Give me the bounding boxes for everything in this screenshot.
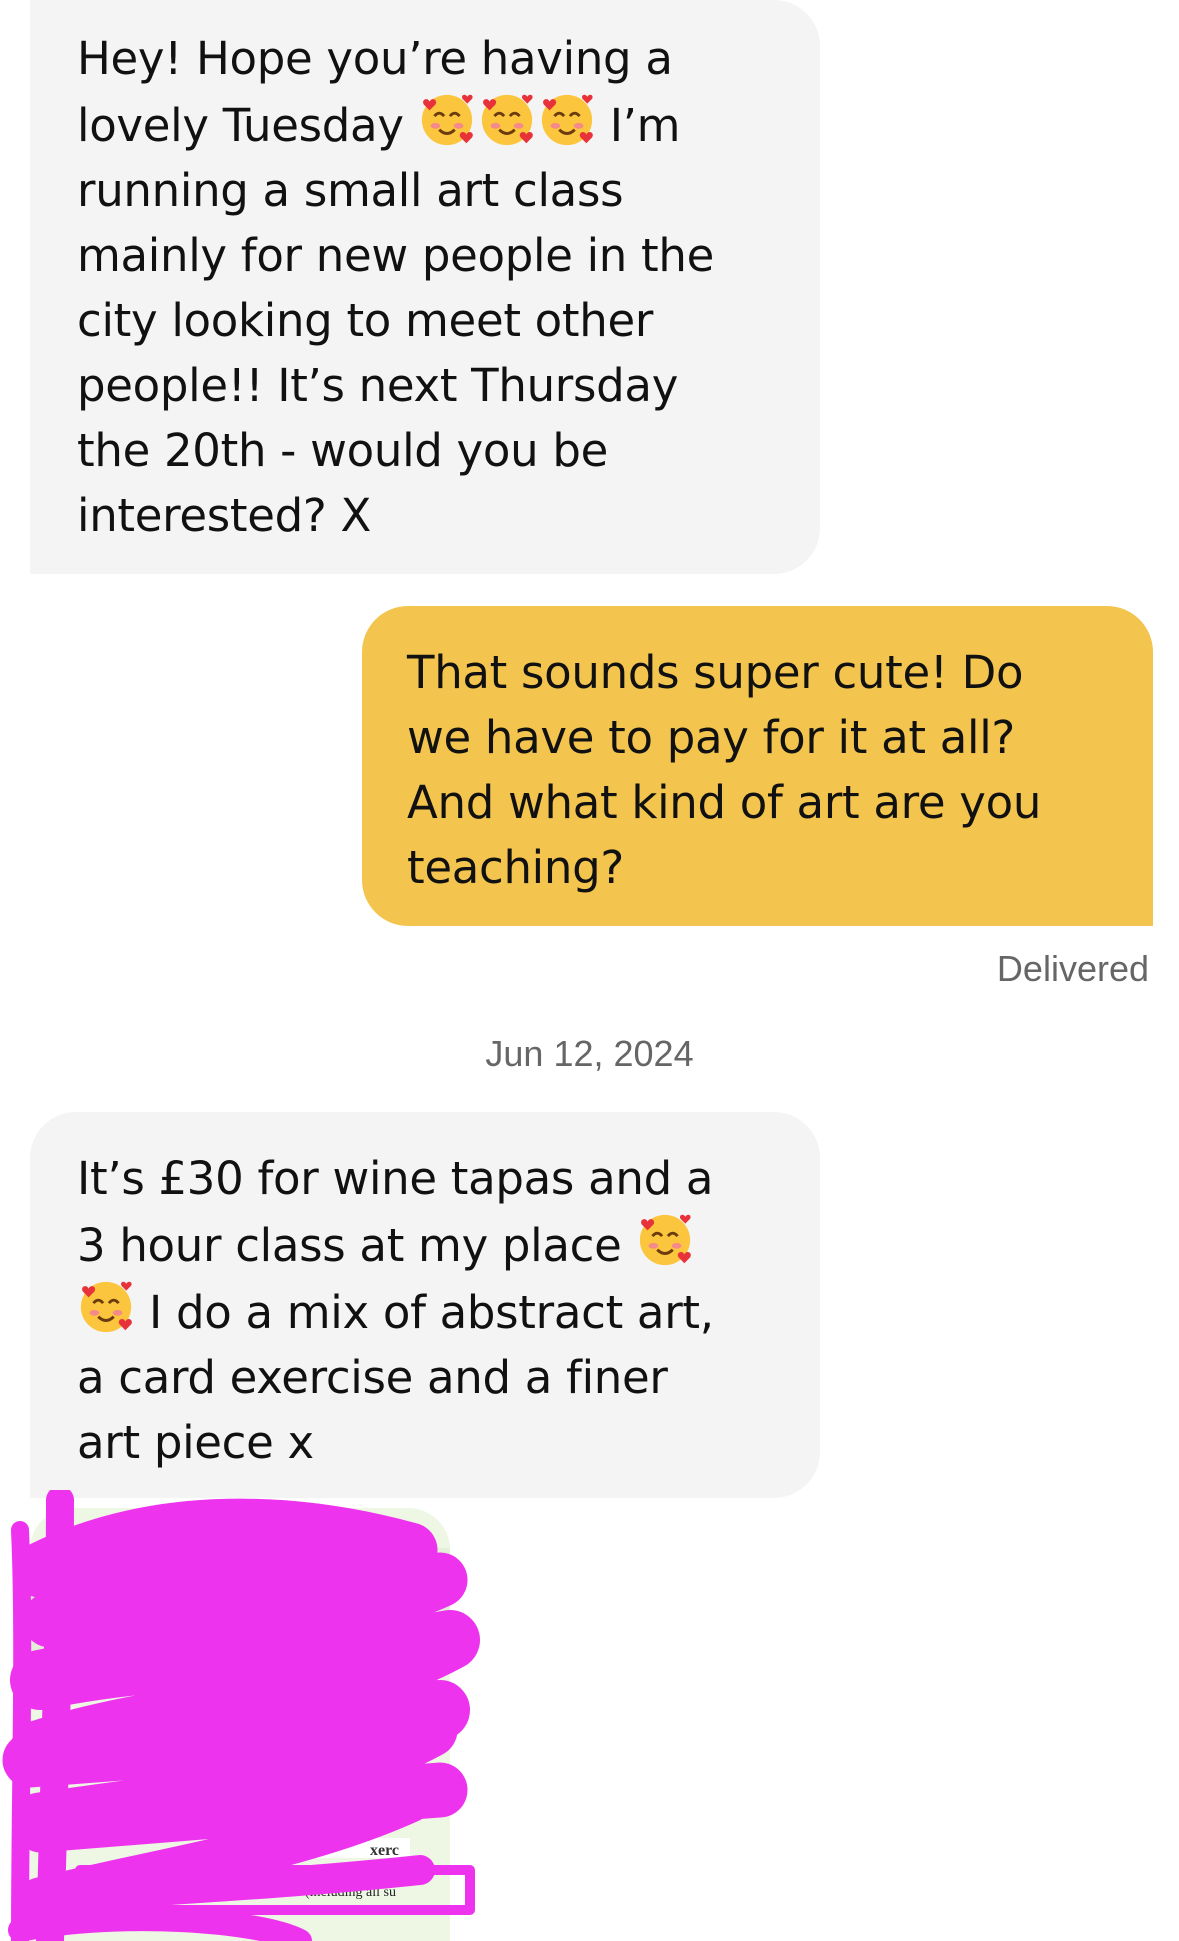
emoji-group: [418, 91, 596, 149]
message-line: I’m: [609, 99, 681, 152]
message-line: Hey! Hope you’re having a: [77, 32, 673, 85]
message-line: running a small art class: [77, 164, 624, 217]
message-line: art piece x: [77, 1416, 314, 1469]
message-line: teaching?: [407, 841, 624, 894]
message-line: 3 hour class at my place: [77, 1219, 622, 1272]
message-line: lovely Tuesday: [77, 99, 404, 152]
smiling-face-with-hearts-icon: [80, 1281, 132, 1333]
message-line: I do a mix of abstract art,: [149, 1286, 714, 1339]
message-line: a card exercise and a finer: [77, 1351, 668, 1404]
message-line: It’s £30 for wine tapas and a: [77, 1152, 714, 1205]
message-line: city looking to meet other: [77, 294, 654, 347]
message-line: the 20th - would you be: [77, 424, 608, 477]
redaction-scribble: [2, 1490, 480, 1941]
smiling-face-with-hearts-icon: [639, 1214, 691, 1266]
message-line: And what kind of art are you: [407, 776, 1042, 829]
outgoing-message-bubble[interactable]: That sounds super cute! Do we have to pa…: [362, 606, 1153, 926]
message-line: people!! It’s next Thursday: [77, 359, 679, 412]
delivery-status: Delivered: [996, 948, 1149, 989]
date-separator: Jun 12, 2024: [485, 1033, 694, 1074]
message-line: interested? X: [77, 489, 372, 542]
smiling-face-with-hearts-icon: [481, 94, 533, 146]
incoming-message-bubble[interactable]: Hey! Hope you’re having a lovely Tuesday…: [30, 0, 820, 574]
smiling-face-with-hearts-icon: [541, 94, 593, 146]
message-line: we have to pay for it at all?: [407, 711, 1015, 764]
smiling-face-with-hearts-icon: [421, 94, 473, 146]
incoming-message-bubble[interactable]: It’s £30 for wine tapas and a 3 hour cla…: [30, 1112, 820, 1498]
message-line: mainly for new people in the: [77, 229, 714, 282]
message-line: That sounds super cute! Do: [407, 646, 1024, 699]
